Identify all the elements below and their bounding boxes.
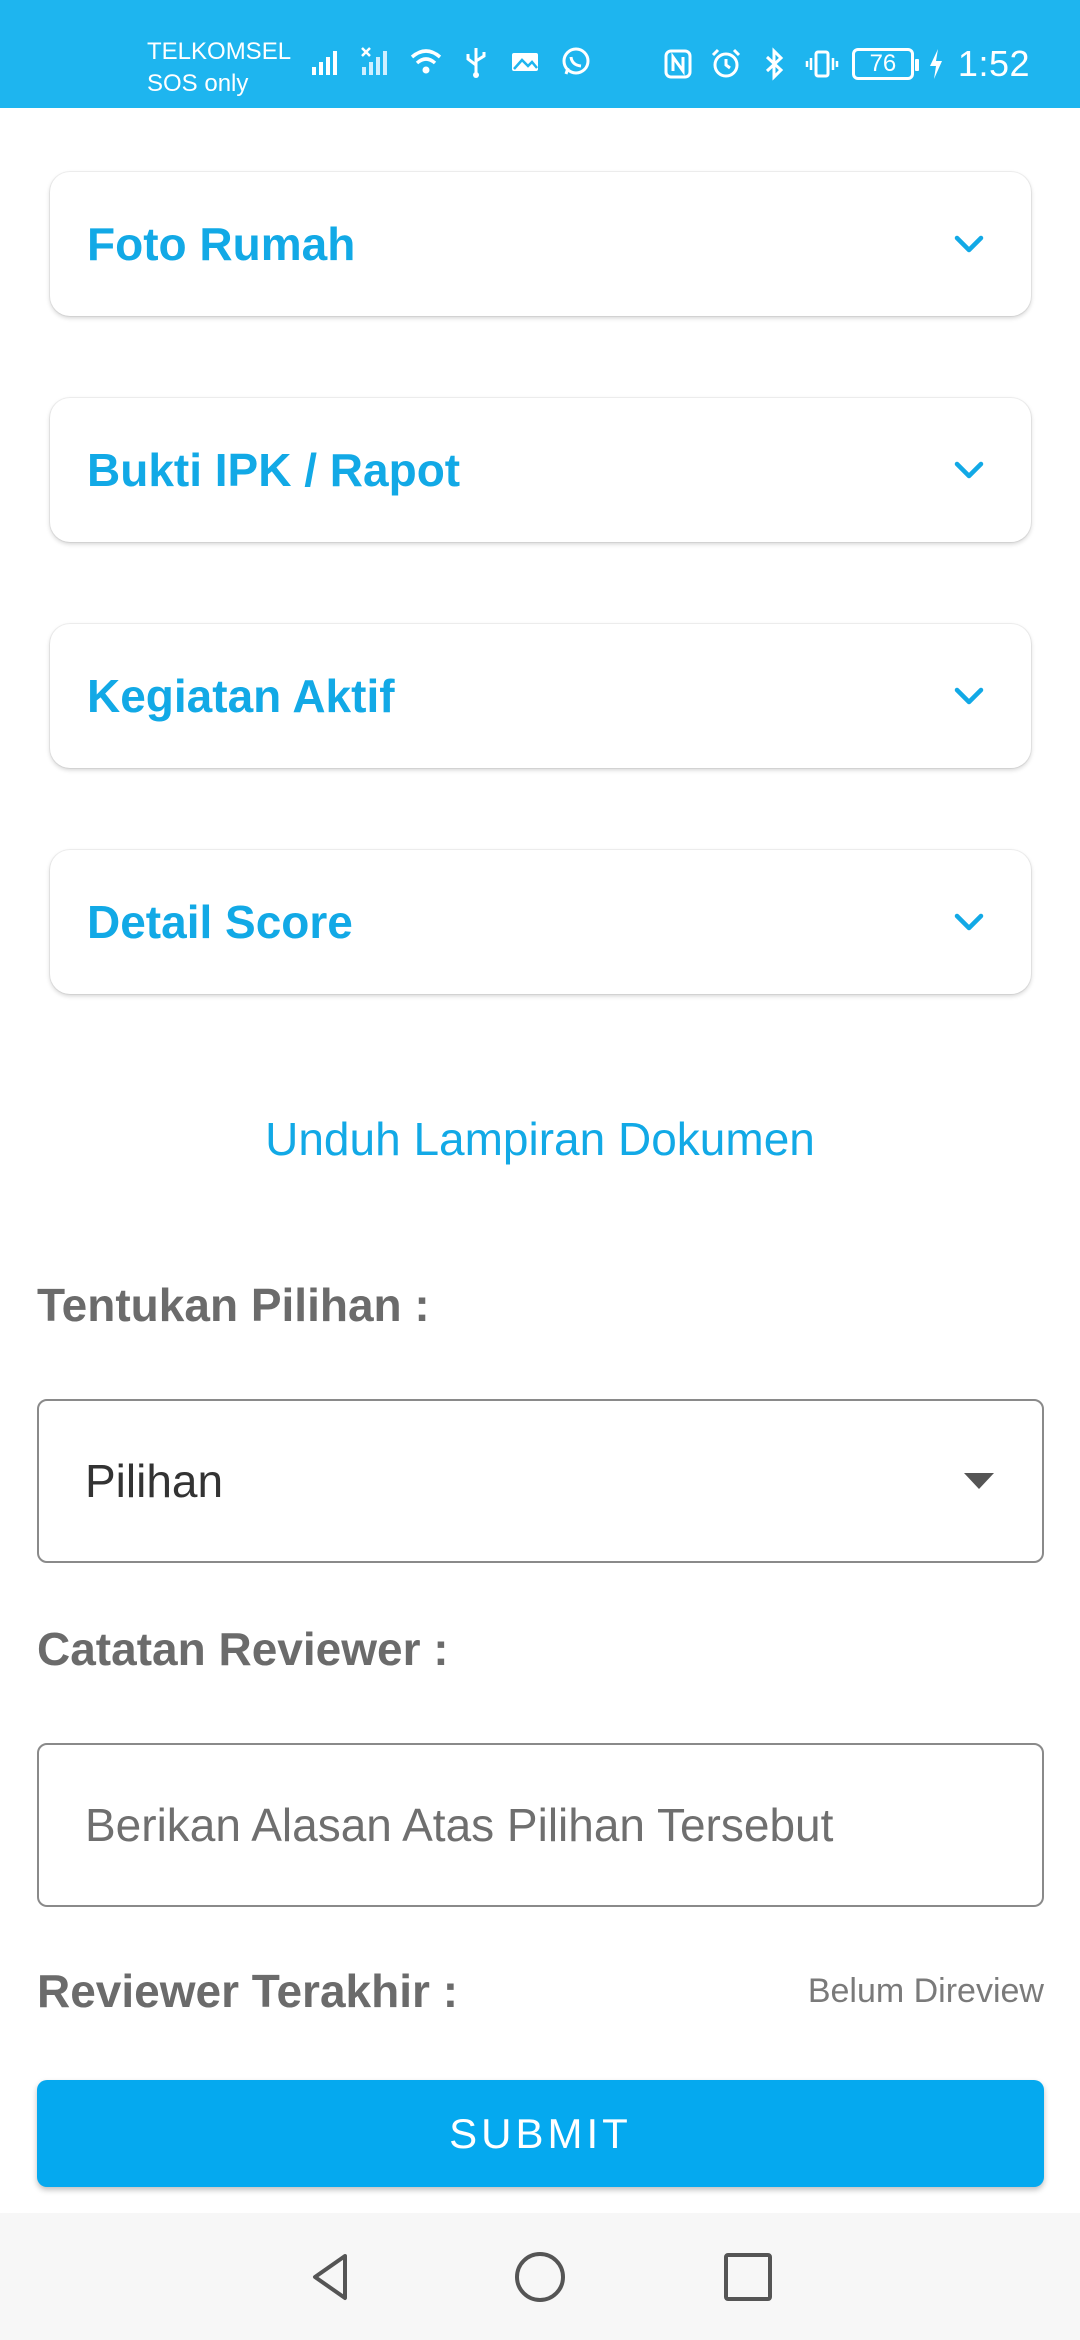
reviewer-notes-input[interactable]: Berikan Alasan Atas Pilihan Tersebut <box>37 1743 1044 1907</box>
whatsapp-icon <box>558 44 594 80</box>
accordion-kegiatan-aktif[interactable]: Kegiatan Aktif <box>50 624 1031 768</box>
accordion-title: Detail Score <box>87 896 353 948</box>
reviewer-notes-label: Catatan Reviewer : <box>37 1623 449 1675</box>
reviewer-notes-placeholder: Berikan Alasan Atas Pilihan Tersebut <box>85 1799 834 1851</box>
dropdown-arrow-icon <box>964 1473 994 1489</box>
home-icon[interactable] <box>513 2250 567 2304</box>
system-navigation-bar <box>0 2213 1080 2340</box>
accordion-detail-score[interactable]: Detail Score <box>50 850 1031 994</box>
image-notification-icon <box>508 44 544 80</box>
carrier-info: TELKOMSEL SOS only <box>147 36 291 100</box>
carrier-status: SOS only <box>147 70 249 97</box>
back-icon[interactable] <box>305 2250 359 2304</box>
battery-icon: 76 <box>851 48 919 80</box>
system-icons: 76 1:52 <box>660 44 1030 84</box>
bluetooth-icon <box>756 46 792 82</box>
chevron-down-icon <box>954 913 984 931</box>
usb-icon <box>458 44 494 80</box>
vibrate-icon <box>804 46 840 82</box>
wifi-icon <box>408 44 444 80</box>
signal-icon <box>308 44 344 80</box>
chevron-down-icon <box>954 461 984 479</box>
choice-select[interactable]: Pilihan <box>37 1399 1044 1563</box>
recents-icon[interactable] <box>721 2250 775 2304</box>
last-reviewer-value: Belum Direview <box>807 1971 1044 2010</box>
charging-icon <box>926 46 946 82</box>
clock: 1:52 <box>957 43 1030 84</box>
signal-no-sim-icon <box>358 44 394 80</box>
last-reviewer-label: Reviewer Terakhir : <box>37 1965 459 2017</box>
nfc-icon <box>660 46 696 82</box>
accordion-bukti-ipk-rapot[interactable]: Bukti IPK / Rapot <box>50 398 1031 542</box>
accordion-title: Bukti IPK / Rapot <box>87 444 461 496</box>
alarm-icon <box>708 46 744 82</box>
submit-button[interactable]: SUBMIT <box>37 2080 1044 2187</box>
choice-label: Tentukan Pilihan : <box>37 1279 430 1331</box>
notification-icons <box>308 44 594 80</box>
chevron-down-icon <box>954 687 984 705</box>
status-bar: TELKOMSEL SOS only 76 1:52 <box>0 0 1080 108</box>
accordion-title: Kegiatan Aktif <box>87 670 395 722</box>
choice-selected-value: Pilihan <box>85 1455 224 1507</box>
carrier-name: TELKOMSEL <box>147 38 292 65</box>
accordion-title: Foto Rumah <box>87 218 356 270</box>
chevron-down-icon <box>954 235 984 253</box>
last-reviewer-row: Reviewer Terakhir : Belum Direview <box>37 1964 1044 2018</box>
download-attachment-link[interactable]: Unduh Lampiran Dokumen <box>0 1112 1080 1166</box>
accordion-foto-rumah[interactable]: Foto Rumah <box>50 172 1031 316</box>
